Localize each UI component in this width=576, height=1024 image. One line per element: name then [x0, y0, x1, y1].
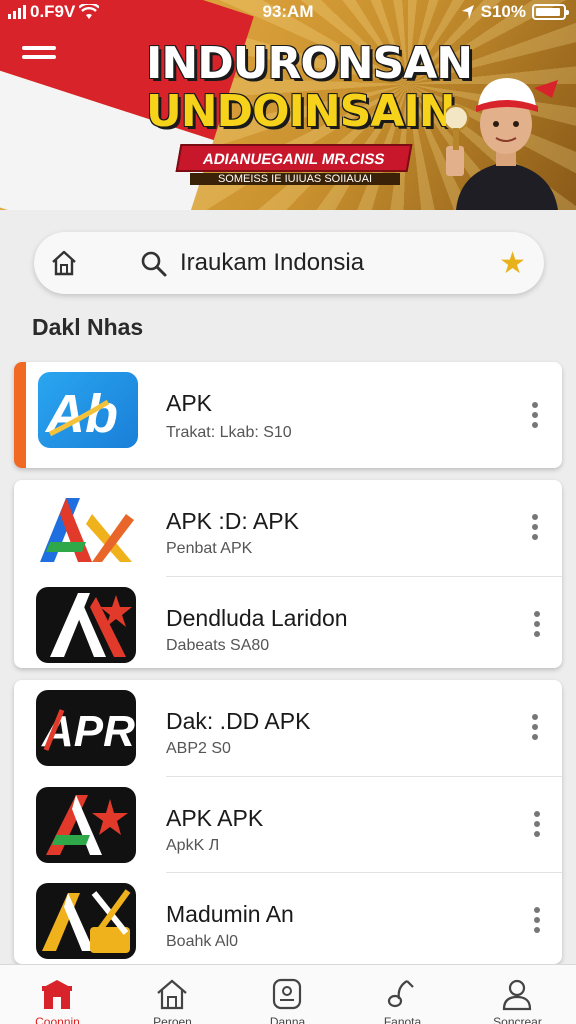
more-options-icon[interactable]: [532, 907, 542, 937]
app-list-item[interactable]: Ab APK Trakat: Lkab: S10: [26, 362, 562, 468]
location-arrow-icon: [461, 5, 474, 19]
a-tools-icon: [36, 883, 136, 959]
home-icon: [157, 979, 187, 1010]
app-list-item[interactable]: APK :D: APK Penbat APK: [14, 480, 562, 576]
tab-label: Peroen: [153, 1015, 192, 1024]
home-icon[interactable]: [50, 249, 78, 277]
banner-ribbon: ADIANUEGANIL MR.CISS: [175, 144, 413, 172]
search-bar[interactable]: Iraukam Indonsia ★: [34, 232, 544, 294]
app-name: Dak: .DD APK: [166, 708, 311, 734]
tab-label: Danna: [269, 1015, 306, 1024]
more-options-icon[interactable]: [530, 714, 540, 744]
app-card: APK :D: APK Penbat APK Dendluda Laridon …: [14, 480, 562, 668]
a-star-red-icon: [36, 787, 136, 863]
app-subtitle: Dabeats SA80: [166, 637, 270, 654]
tab-label: Fanota: [383, 1015, 422, 1024]
battery-percent: S10%: [480, 2, 526, 21]
tab-store[interactable]: Coonnin: [0, 965, 115, 1024]
app-name: Dendluda Laridon: [166, 605, 348, 631]
app-subtitle: Trakat: Lkab: S10: [166, 424, 292, 441]
tab-messages[interactable]: Danna: [230, 965, 345, 1024]
store-icon: [42, 980, 72, 1009]
promo-banner[interactable]: INDURONSAN UNDOINSAIN ADIANUEGANIL MR.CI…: [0, 0, 576, 210]
svg-text:Ab: Ab: [44, 384, 118, 444]
profile-icon: [502, 979, 532, 1011]
app-list-item[interactable]: Dendluda Laridon Dabeats SA80: [36, 576, 562, 668]
more-options-icon[interactable]: [532, 611, 542, 641]
app-list-item[interactable]: Madumin An Boahk Al0: [36, 872, 562, 964]
app-name: APK :D: APK: [166, 508, 299, 534]
app-subtitle: Boahk Al0: [166, 933, 239, 950]
app-subtitle: ApkK Л: [166, 837, 220, 854]
menu-button[interactable]: [22, 46, 56, 66]
tab-home[interactable]: Peroen: [115, 965, 230, 1024]
app-card: APR Dak: .DD APK ABP2 S0 APK APK ApkK Л …: [14, 680, 562, 964]
more-options-icon[interactable]: [532, 811, 542, 841]
status-bar: 0.F9V 93:AM S10%: [0, 0, 576, 24]
app-subtitle: ABP2 S0: [166, 740, 231, 757]
music-icon: [387, 980, 414, 1008]
search-input[interactable]: Iraukam Indonsia: [180, 249, 364, 277]
message-icon: [272, 978, 302, 1010]
banner-title-line2: UNDOINSAIN: [146, 86, 456, 137]
search-icon: [141, 251, 167, 277]
bottom-nav: Coonnin Peroen Danna Fanota Soncrear: [0, 964, 576, 1024]
banner-title-line1: INDURONSAN: [146, 38, 473, 89]
a-star-icon: [36, 587, 136, 663]
banner-subtext: SOMEISS IE IUIUAS SOIIAUAI: [190, 173, 400, 185]
section-title: Dakl Nhas: [32, 314, 144, 340]
status-right: S10%: [461, 2, 569, 22]
star-icon[interactable]: ★: [499, 246, 526, 281]
colorful-a-icon: [36, 490, 136, 566]
apr-icon: APR: [36, 690, 136, 766]
tab-label: Coonnin: [35, 1015, 80, 1024]
app-list-item[interactable]: APK APK ApkK Л: [36, 776, 562, 872]
battery-icon: [532, 4, 569, 20]
app-name: APK: [166, 390, 213, 416]
app-subtitle: Penbat APK: [166, 540, 253, 557]
app-name: APK APK: [166, 805, 264, 831]
tab-label: Soncrear: [493, 1015, 542, 1024]
app-list-item[interactable]: APR Dak: .DD APK ABP2 S0: [14, 680, 562, 776]
more-options-icon[interactable]: [530, 514, 540, 544]
tab-music[interactable]: Fanota: [345, 965, 460, 1024]
tab-profile[interactable]: Soncrear: [460, 965, 575, 1024]
ab-app-icon: Ab: [38, 372, 138, 448]
more-options-icon[interactable]: [530, 402, 540, 432]
app-card: Ab APK Trakat: Lkab: S10: [14, 362, 562, 468]
character-illustration: [446, 78, 558, 210]
app-name: Madumin An: [166, 901, 294, 927]
